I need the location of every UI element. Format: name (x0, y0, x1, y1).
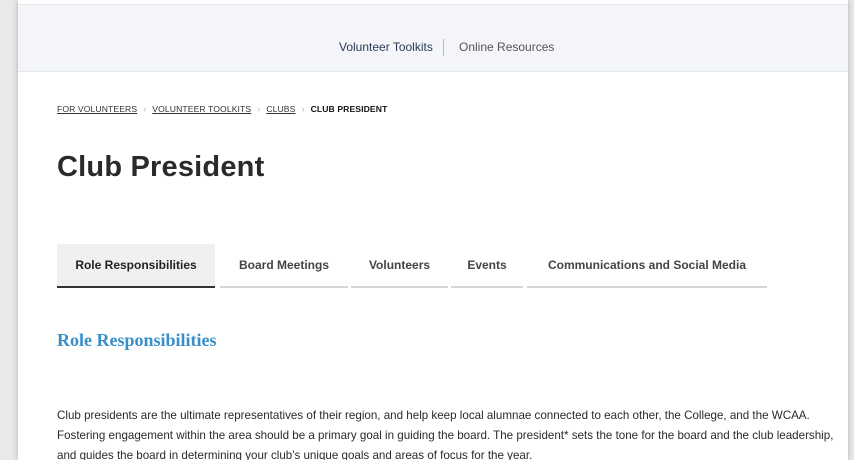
body-paragraph: Club presidents are the ultimate represe… (57, 409, 834, 460)
tab-communications-social-media[interactable]: Communications and Social Media (527, 244, 767, 288)
nav-divider (443, 39, 444, 56)
top-navigation: Volunteer Toolkits Online Resources (18, 4, 848, 72)
breadcrumb-chevron-icon: › (257, 104, 261, 114)
nav-link-online-resources[interactable]: Online Resources (459, 40, 554, 54)
section-heading: Role Responsibilities (57, 330, 217, 350)
breadcrumb-link-volunteer-toolkits[interactable]: VOLUNTEER TOOLKITS (152, 104, 251, 114)
breadcrumb-current: CLUB PRESIDENT (310, 104, 388, 114)
tab-role-responsibilities[interactable]: Role Responsibilities (57, 244, 215, 288)
tab-bar: Role Responsibilities Board Meetings Vol… (57, 244, 777, 288)
nav-link-volunteer-toolkits[interactable]: Volunteer Toolkits (339, 40, 433, 54)
tab-events[interactable]: Events (451, 244, 523, 288)
breadcrumb-chevron-icon: › (143, 104, 147, 114)
breadcrumb: FOR VOLUNTEERS › VOLUNTEER TOOLKITS › CLUBS ›… (57, 104, 387, 114)
breadcrumb-chevron-icon: › (301, 104, 305, 114)
tab-volunteers[interactable]: Volunteers (351, 244, 448, 288)
breadcrumb-link-clubs[interactable]: CLUBS (266, 104, 295, 114)
breadcrumb-link-for-volunteers[interactable]: FOR VOLUNTEERS (57, 104, 137, 114)
tab-board-meetings[interactable]: Board Meetings (220, 244, 348, 288)
page-container: Volunteer Toolkits Online Resources FOR … (18, 0, 848, 460)
page-title: Club President (57, 151, 265, 183)
